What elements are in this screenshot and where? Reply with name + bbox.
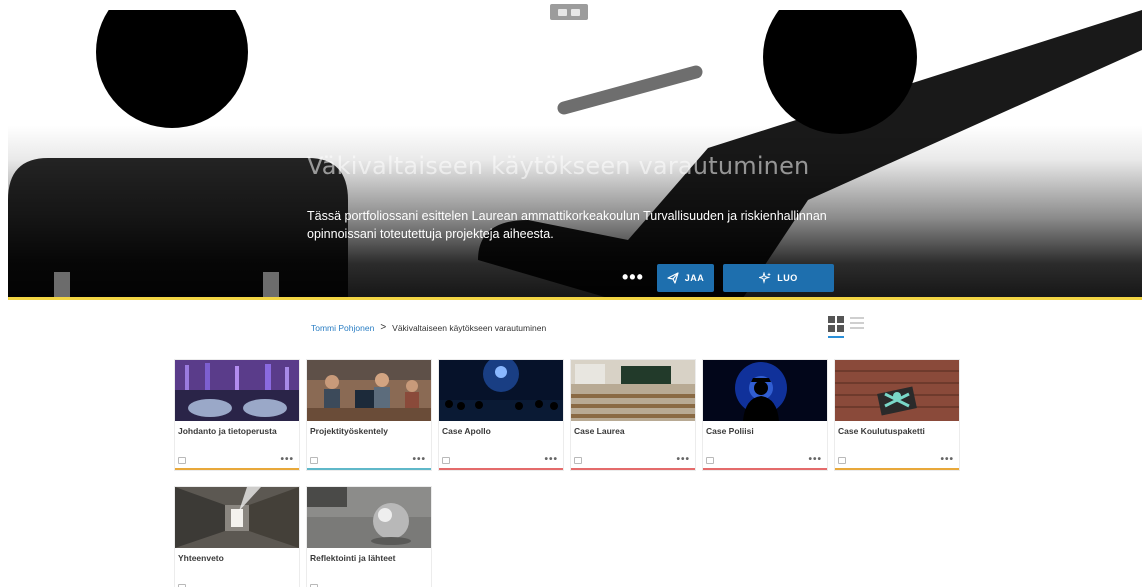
page-icon: [178, 457, 186, 464]
breadcrumb-separator: >: [380, 322, 387, 333]
create-button-label: LUO: [777, 273, 798, 283]
page-card[interactable]: Reflektointi ja lähteet: [307, 487, 431, 587]
page-icon: [838, 457, 846, 464]
card-accent: [307, 468, 431, 470]
create-button[interactable]: LUO: [723, 264, 834, 292]
card-more-button[interactable]: •••: [808, 455, 822, 465]
card-accent: [571, 468, 695, 470]
card-title: Case Laurea: [574, 426, 625, 436]
page-icon: [706, 457, 714, 464]
card-more-button[interactable]: •••: [676, 455, 690, 465]
more-options-button[interactable]: •••: [622, 268, 644, 286]
page-card[interactable]: Projektityöskentely •••: [307, 360, 431, 470]
card-more-button[interactable]: •••: [940, 455, 954, 465]
share-button[interactable]: JAA: [657, 264, 714, 292]
card-title: Yhteenveto: [178, 553, 224, 563]
portfolio-page: Väkivaltaiseen käytökseen varautuminen T…: [0, 0, 1144, 587]
share-button-label: JAA: [684, 273, 705, 283]
card-thumbnail: [703, 360, 827, 421]
card-more-button[interactable]: •••: [280, 455, 294, 465]
grid-view-icon[interactable]: [828, 316, 844, 338]
card-title: Johdanto ja tietoperusta: [178, 426, 277, 436]
card-thumbnail: [175, 360, 299, 421]
breadcrumb-current: Väkivaltaiseen käytökseen varautuminen: [392, 322, 547, 333]
page-card[interactable]: Case Koulutuspaketti •••: [835, 360, 959, 470]
card-thumbnail: [307, 360, 431, 421]
page-card[interactable]: Case Laurea •••: [571, 360, 695, 470]
card-title: Case Poliisi: [706, 426, 754, 436]
view-toggle: [828, 316, 864, 338]
card-accent: [835, 468, 959, 470]
card-more-button[interactable]: •••: [412, 455, 426, 465]
card-thumbnail: [439, 360, 563, 421]
card-accent: [439, 468, 563, 470]
card-accent: [175, 468, 299, 470]
list-view-icon[interactable]: [850, 316, 864, 330]
card-title: Case Apollo: [442, 426, 491, 436]
sparkle-icon: [759, 272, 772, 284]
card-thumbnail: [571, 360, 695, 421]
card-accent: [703, 468, 827, 470]
page-icon: [442, 457, 450, 464]
page-icon: [310, 457, 318, 464]
card-title: Reflektointi ja lähteet: [310, 553, 396, 563]
breadcrumb: Tommi Pohjonen > Väkivaltaiseen käytökse…: [311, 322, 546, 333]
page-description: Tässä portfoliossani esittelen Laurean a…: [307, 209, 827, 241]
card-title: Projektityöskentely: [310, 426, 388, 436]
card-thumbnail: [307, 487, 431, 548]
card-more-button[interactable]: •••: [544, 455, 558, 465]
page-card[interactable]: Yhteenveto: [175, 487, 299, 587]
card-thumbnail: [835, 360, 959, 421]
camera-icon[interactable]: [550, 4, 588, 20]
page-icon: [574, 457, 582, 464]
card-thumbnail: [175, 487, 299, 548]
page-title: Väkivaltaiseen käytökseen varautuminen: [307, 152, 810, 180]
page-card[interactable]: Case Apollo •••: [439, 360, 563, 470]
page-card[interactable]: Case Poliisi •••: [703, 360, 827, 470]
send-icon: [667, 272, 679, 284]
breadcrumb-owner-link[interactable]: Tommi Pohjonen: [311, 323, 374, 333]
hero-accent-strip: [8, 297, 1142, 300]
page-card[interactable]: Johdanto ja tietoperusta •••: [175, 360, 299, 470]
card-title: Case Koulutuspaketti: [838, 426, 925, 436]
